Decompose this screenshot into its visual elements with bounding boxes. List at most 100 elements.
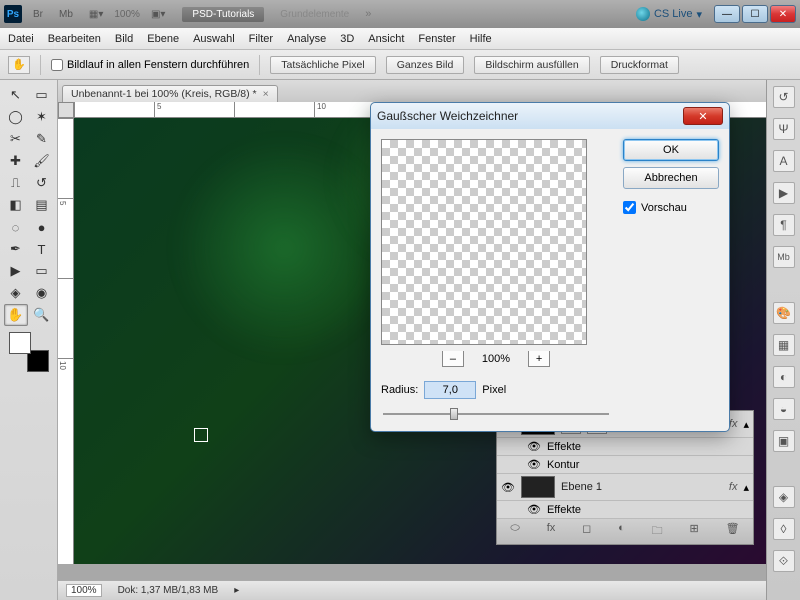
history-brush-icon[interactable]: ↺ bbox=[30, 172, 54, 194]
fx-toggle-icon[interactable]: ▴ bbox=[743, 418, 749, 431]
path-tool-icon[interactable]: ▶ bbox=[4, 260, 28, 282]
effect-contour-row[interactable]: 👁 Kontur bbox=[497, 456, 753, 474]
menu-auswahl[interactable]: Auswahl bbox=[193, 33, 235, 45]
wand-tool-icon[interactable]: ✶ bbox=[30, 106, 54, 128]
menu-ansicht[interactable]: Ansicht bbox=[368, 33, 404, 45]
zoom-in-button[interactable]: + bbox=[528, 351, 550, 367]
layer-thumbnail[interactable] bbox=[521, 476, 555, 498]
preview-area[interactable] bbox=[381, 139, 587, 345]
close-tab-icon[interactable]: × bbox=[263, 88, 269, 100]
scroll-all-checkbox[interactable]: Bildlauf in allen Fenstern durchführen bbox=[51, 59, 249, 71]
shape-tool-icon[interactable]: ▭ bbox=[30, 260, 54, 282]
print-size-button[interactable]: Druckformat bbox=[600, 56, 679, 74]
type-tool-icon[interactable]: T bbox=[30, 238, 54, 260]
maximize-button[interactable]: ☐ bbox=[742, 5, 768, 23]
preview-checkbox[interactable]: Vorschau bbox=[623, 201, 719, 214]
delete-layer-icon[interactable]: 🗑 bbox=[726, 522, 740, 541]
fx-toggle-icon[interactable]: ▴ bbox=[743, 481, 749, 494]
menu-filter[interactable]: Filter bbox=[249, 33, 273, 45]
link-layers-icon[interactable]: ⬭ bbox=[510, 522, 519, 541]
blur-tool-icon[interactable]: ◌ bbox=[4, 216, 28, 238]
visibility-icon[interactable]: 👁 bbox=[527, 440, 541, 453]
radius-input[interactable] bbox=[424, 381, 476, 399]
menu-analyse[interactable]: Analyse bbox=[287, 33, 326, 45]
cancel-button[interactable]: Abbrechen bbox=[623, 167, 719, 189]
eyedropper-tool-icon[interactable]: ✎ bbox=[30, 128, 54, 150]
visibility-icon[interactable]: 👁 bbox=[501, 481, 515, 494]
3d-tool-icon[interactable]: ◈ bbox=[4, 282, 28, 304]
gradient-tool-icon[interactable]: ▤ bbox=[30, 194, 54, 216]
zoom-out-button[interactable]: – bbox=[442, 351, 464, 367]
effects-row[interactable]: 👁 Effekte bbox=[497, 438, 753, 456]
layer-row-ebene1[interactable]: 👁 Ebene 1 fx ▴ bbox=[497, 474, 753, 501]
slider-thumb-icon[interactable] bbox=[450, 408, 458, 420]
layers-panel-icon[interactable]: ◈ bbox=[773, 486, 795, 508]
dialog-close-button[interactable]: ✕ bbox=[683, 107, 723, 125]
vertical-ruler[interactable]: 510 bbox=[58, 118, 74, 564]
history-panel-icon[interactable]: ↺ bbox=[773, 86, 795, 108]
workspace-inactive[interactable]: Grundelemente bbox=[270, 7, 359, 22]
actions-panel-icon[interactable]: Ψ bbox=[773, 118, 795, 140]
channels-panel-icon[interactable]: ◊ bbox=[773, 518, 795, 540]
zoom-display[interactable]: 100% bbox=[114, 9, 140, 20]
menu-bild[interactable]: Bild bbox=[115, 33, 133, 45]
layer-mask-btn-icon[interactable]: ◻ bbox=[582, 522, 591, 541]
hand-tool-icon[interactable]: ✋ bbox=[4, 304, 28, 326]
play-panel-icon[interactable]: ▶ bbox=[773, 182, 795, 204]
radius-slider[interactable] bbox=[381, 407, 611, 421]
visibility-icon[interactable]: 👁 bbox=[527, 458, 541, 471]
styles-panel-icon[interactable]: ◐ bbox=[773, 366, 795, 388]
stamp-tool-icon[interactable]: ⎍ bbox=[4, 172, 28, 194]
viewmode-icon[interactable]: ▦▾ bbox=[84, 7, 108, 22]
mb-panel-icon[interactable]: Mb bbox=[773, 246, 795, 268]
character-panel-icon[interactable]: A bbox=[773, 150, 795, 172]
move-tool-icon[interactable]: ↖ bbox=[4, 84, 28, 106]
color-swatches[interactable] bbox=[9, 332, 49, 372]
menu-ebene[interactable]: Ebene bbox=[147, 33, 179, 45]
dialog-titlebar[interactable]: Gaußscher Weichzeichner ✕ bbox=[371, 103, 729, 129]
eraser-tool-icon[interactable]: ◧ bbox=[4, 194, 28, 216]
zoom-tool-icon[interactable]: 🔍 bbox=[30, 304, 54, 326]
menu-datei[interactable]: Datei bbox=[8, 33, 34, 45]
visibility-icon[interactable]: 👁 bbox=[527, 503, 541, 516]
bridge-icon[interactable]: Br bbox=[28, 7, 48, 22]
workspace-active[interactable]: PSD-Tutorials bbox=[182, 7, 264, 22]
lasso-tool-icon[interactable]: ◯ bbox=[4, 106, 28, 128]
workspace-more-icon[interactable]: » bbox=[365, 8, 371, 20]
minimize-button[interactable]: — bbox=[714, 5, 740, 23]
document-info[interactable]: Dok: 1,37 MB/1,83 MB bbox=[118, 585, 219, 596]
menu-3d[interactable]: 3D bbox=[340, 33, 354, 45]
camera-tool-icon[interactable]: ◉ bbox=[30, 282, 54, 304]
layer-fx-icon[interactable]: fx bbox=[547, 522, 556, 541]
new-layer-icon[interactable]: ⊞ bbox=[689, 522, 698, 541]
cs-live-button[interactable]: CS Live ▾ bbox=[636, 7, 702, 21]
menu-fenster[interactable]: Fenster bbox=[418, 33, 455, 45]
minibridge-icon[interactable]: Mb bbox=[54, 7, 78, 22]
fit-screen-button[interactable]: Ganzes Bild bbox=[386, 56, 465, 74]
swatches-panel-icon[interactable]: ▦ bbox=[773, 334, 795, 356]
paragraph-panel-icon[interactable]: ¶ bbox=[773, 214, 795, 236]
menu-bearbeiten[interactable]: Bearbeiten bbox=[48, 33, 101, 45]
ok-button[interactable]: OK bbox=[623, 139, 719, 161]
foreground-color-swatch[interactable] bbox=[9, 332, 31, 354]
fill-screen-button[interactable]: Bildschirm ausfüllen bbox=[474, 56, 589, 74]
marquee-tool-icon[interactable]: ▭ bbox=[30, 84, 54, 106]
fx-badge[interactable]: fx bbox=[729, 481, 738, 493]
screen-mode-icon[interactable]: ▣▾ bbox=[146, 7, 170, 22]
document-tab[interactable]: Unbenannt-1 bei 100% (Kreis, RGB/8) * × bbox=[62, 85, 278, 102]
zoom-level[interactable]: 100% bbox=[66, 584, 102, 597]
actual-pixels-button[interactable]: Tatsächliche Pixel bbox=[270, 56, 375, 74]
current-tool-icon[interactable]: ✋ bbox=[8, 56, 30, 74]
group-icon[interactable]: 🗀 bbox=[652, 522, 663, 541]
color-panel-icon[interactable]: 🎨 bbox=[773, 302, 795, 324]
selection-marker[interactable] bbox=[194, 428, 208, 442]
layer-name[interactable]: Ebene 1 bbox=[561, 481, 723, 493]
masks-panel-icon[interactable]: ▣ bbox=[773, 430, 795, 452]
adjustment-layer-icon[interactable]: ◐ bbox=[618, 522, 625, 541]
fx-badge[interactable]: fx bbox=[729, 418, 738, 430]
crop-tool-icon[interactable]: ✂ bbox=[4, 128, 28, 150]
paths-panel-icon[interactable]: ⟐ bbox=[773, 550, 795, 572]
brush-tool-icon[interactable]: 🖌 bbox=[30, 150, 54, 172]
close-button[interactable]: ✕ bbox=[770, 5, 796, 23]
dodge-tool-icon[interactable]: ● bbox=[30, 216, 54, 238]
